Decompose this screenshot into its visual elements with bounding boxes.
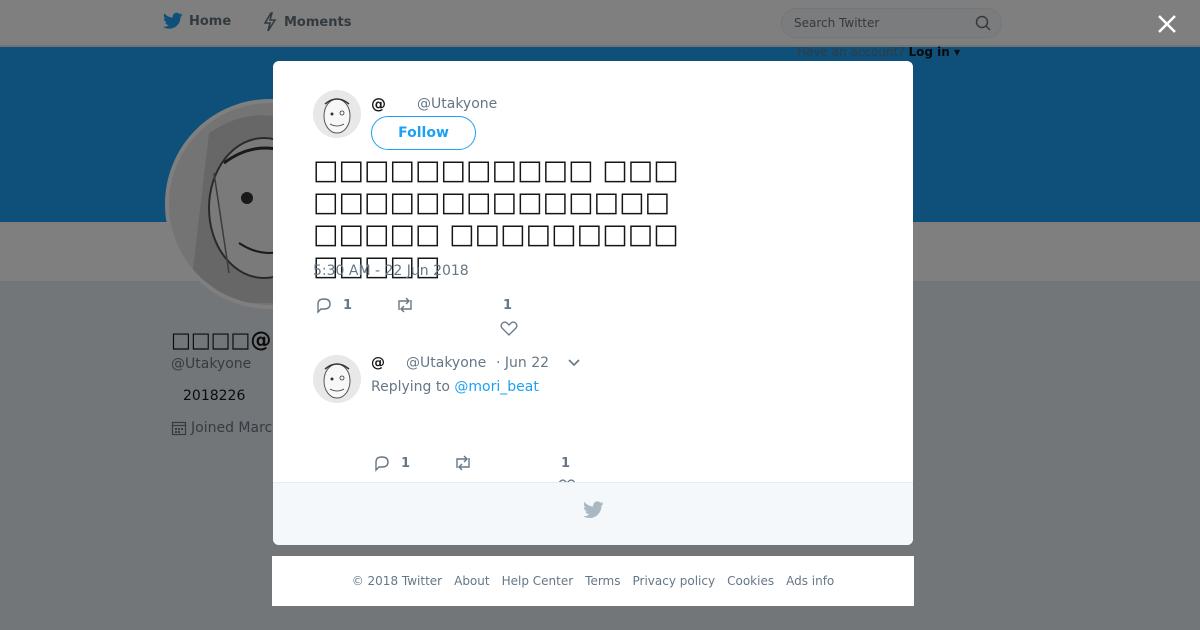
reply-author-handle[interactable]: @Utakyone: [406, 355, 486, 371]
reply-reply-count: 1: [401, 455, 411, 471]
retweet-icon: [456, 455, 470, 471]
footer-link-privacy[interactable]: Privacy policy: [633, 574, 716, 588]
retweet-action[interactable]: [395, 296, 415, 314]
reply-author-name[interactable]: @: [371, 355, 385, 371]
reply-action[interactable]: 1: [315, 296, 352, 314]
footer-link-cookies[interactable]: Cookies: [727, 574, 774, 588]
footer-link-about[interactable]: About: [454, 574, 489, 588]
close-button[interactable]: [1153, 10, 1181, 38]
replying-to: Replying to @mori_beat: [371, 379, 539, 395]
tweet-author-handle[interactable]: @Utakyone: [417, 96, 497, 112]
chevron-down-icon[interactable]: [567, 358, 581, 368]
retweet-icon: [398, 297, 412, 313]
reply-like-count: 1: [561, 456, 571, 471]
reply-icon: [375, 456, 389, 472]
site-footer: © 2018 Twitter About Help Center Terms P…: [272, 556, 914, 606]
replying-prefix: Replying to: [371, 379, 450, 395]
replying-to-link[interactable]: @mori_beat: [454, 379, 538, 395]
reply-count: 1: [343, 297, 353, 313]
avatar-illustration: [313, 355, 361, 403]
like-count: 1: [503, 298, 513, 313]
footer-link-terms[interactable]: Terms: [585, 574, 620, 588]
modal-footer: [273, 482, 913, 545]
reply-author-avatar[interactable]: [313, 355, 361, 403]
reply-icon: [317, 298, 331, 314]
heart-icon[interactable]: [500, 320, 518, 337]
avatar-illustration: [313, 90, 361, 138]
reply-date[interactable]: · Jun 22: [496, 355, 549, 371]
tweet-timestamp[interactable]: 5:30 AM - 22 Jun 2018: [313, 263, 469, 279]
tweet-author-avatar[interactable]: [313, 90, 361, 138]
footer-copyright: © 2018 Twitter: [351, 574, 443, 588]
tweet-author-name[interactable]: @: [371, 95, 386, 113]
close-icon: [1158, 15, 1176, 33]
reply-retweet-action[interactable]: [453, 454, 473, 472]
tweet-modal: @ @Utakyone Follow □□□□□□□□□□□ □□□□□□□□□…: [273, 61, 913, 545]
twitter-bird-icon: [583, 501, 604, 519]
footer-link-ads-info[interactable]: Ads info: [786, 574, 834, 588]
footer-link-help-center[interactable]: Help Center: [502, 574, 574, 588]
reply-reply-action[interactable]: 1: [373, 454, 410, 472]
follow-button[interactable]: Follow: [371, 116, 476, 150]
